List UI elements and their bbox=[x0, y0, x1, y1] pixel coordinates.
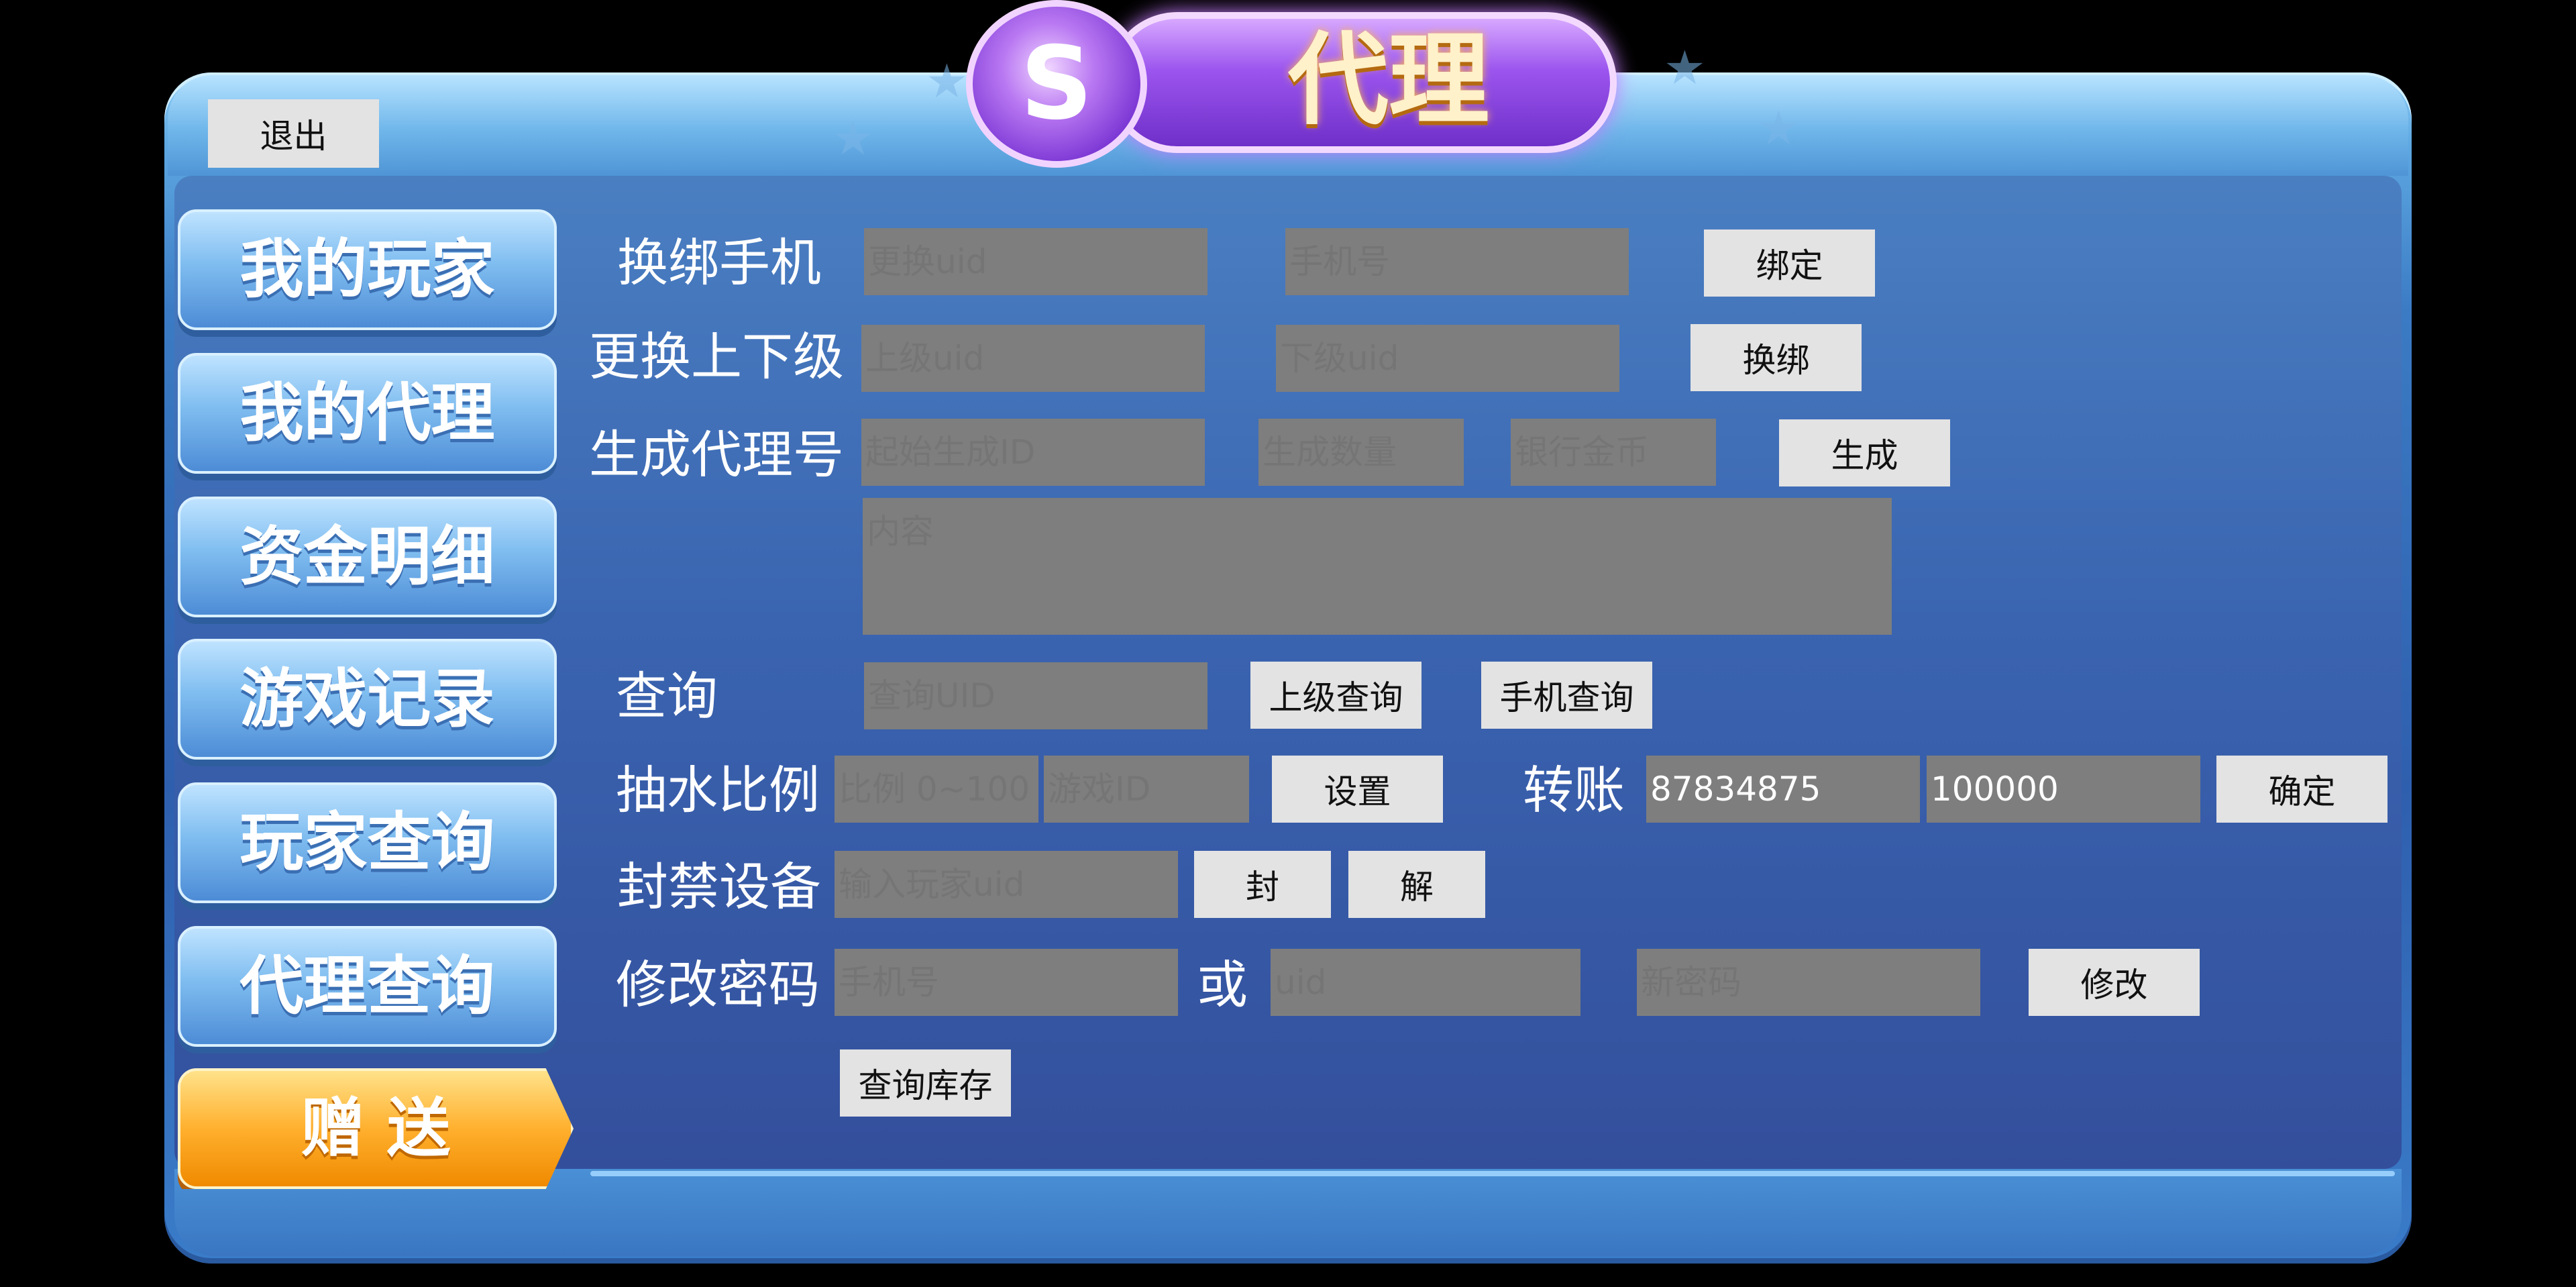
sidebar-item-gift[interactable]: 赠 送 bbox=[178, 1068, 574, 1189]
superior-query-button[interactable]: 上级查询 bbox=[1250, 662, 1421, 729]
change-password-label: 修改密码 bbox=[616, 955, 820, 1015]
generate-button[interactable]: 生成 bbox=[1779, 419, 1950, 486]
rake-ratio-input[interactable] bbox=[835, 756, 1038, 823]
sidebar-item-player-query[interactable]: 玩家查询 bbox=[178, 782, 557, 903]
subordinate-uid-input[interactable] bbox=[1276, 325, 1619, 392]
password-uid-input[interactable] bbox=[1271, 949, 1580, 1016]
change-superior-label: 更换上下级 bbox=[589, 327, 844, 387]
content-textarea[interactable] bbox=[863, 498, 1892, 635]
query-label: 查询 bbox=[616, 666, 718, 726]
unban-button[interactable]: 解 bbox=[1348, 851, 1485, 918]
superior-uid-input[interactable] bbox=[861, 325, 1205, 392]
modify-password-button[interactable]: 修改 bbox=[2029, 949, 2200, 1016]
bind-button[interactable]: 绑定 bbox=[1704, 229, 1875, 297]
confirm-transfer-button[interactable]: 确定 bbox=[2216, 756, 2387, 823]
query-uid-input[interactable] bbox=[864, 662, 1208, 729]
password-phone-input[interactable] bbox=[835, 949, 1178, 1016]
generate-agent-label: 生成代理号 bbox=[589, 425, 844, 484]
exit-button[interactable]: 退出 bbox=[208, 99, 379, 168]
transfer-amount-input[interactable] bbox=[1927, 756, 2200, 823]
ban-button[interactable]: 封 bbox=[1194, 851, 1331, 918]
new-password-input[interactable] bbox=[1637, 949, 1980, 1016]
star-decoration: ★ bbox=[926, 54, 968, 109]
star-decoration: ★ bbox=[1758, 101, 1800, 156]
transfer-account-input[interactable] bbox=[1646, 756, 1920, 823]
sidebar-item-my-agents[interactable]: 我的代理 bbox=[178, 353, 557, 474]
rebind-phone-label: 换绑手机 bbox=[617, 233, 821, 293]
rebind-uid-input[interactable] bbox=[864, 228, 1208, 295]
rake-ratio-label: 抽水比例 bbox=[616, 760, 820, 820]
ban-device-label: 封禁设备 bbox=[617, 857, 821, 917]
generate-count-input[interactable] bbox=[1258, 419, 1464, 486]
bottom-divider bbox=[590, 1171, 2395, 1176]
rebind-phone-input[interactable] bbox=[1285, 228, 1629, 295]
star-decoration: ★ bbox=[1664, 40, 1706, 95]
sidebar-item-fund-details[interactable]: 资金明细 bbox=[178, 497, 557, 617]
query-inventory-button[interactable]: 查询库存 bbox=[840, 1049, 1011, 1117]
page-title: 代理 bbox=[1287, 22, 1489, 139]
game-id-input[interactable] bbox=[1044, 756, 1249, 823]
phone-query-button[interactable]: 手机查询 bbox=[1481, 662, 1652, 729]
ban-uid-input[interactable] bbox=[835, 851, 1178, 918]
start-id-input[interactable] bbox=[861, 419, 1205, 486]
star-decoration: ★ bbox=[832, 111, 874, 166]
rebind-superior-button[interactable]: 换绑 bbox=[1690, 324, 1862, 391]
transfer-label: 转账 bbox=[1523, 760, 1625, 820]
bank-coins-input[interactable] bbox=[1511, 419, 1716, 486]
sidebar-item-my-players[interactable]: 我的玩家 bbox=[178, 209, 557, 330]
sidebar-item-game-records[interactable]: 游戏记录 bbox=[178, 639, 557, 760]
coin-icon: S bbox=[966, 0, 1147, 168]
set-ratio-button[interactable]: 设置 bbox=[1272, 756, 1443, 823]
sidebar-item-agent-query[interactable]: 代理查询 bbox=[178, 926, 557, 1047]
or-label: 或 bbox=[1197, 955, 1248, 1015]
